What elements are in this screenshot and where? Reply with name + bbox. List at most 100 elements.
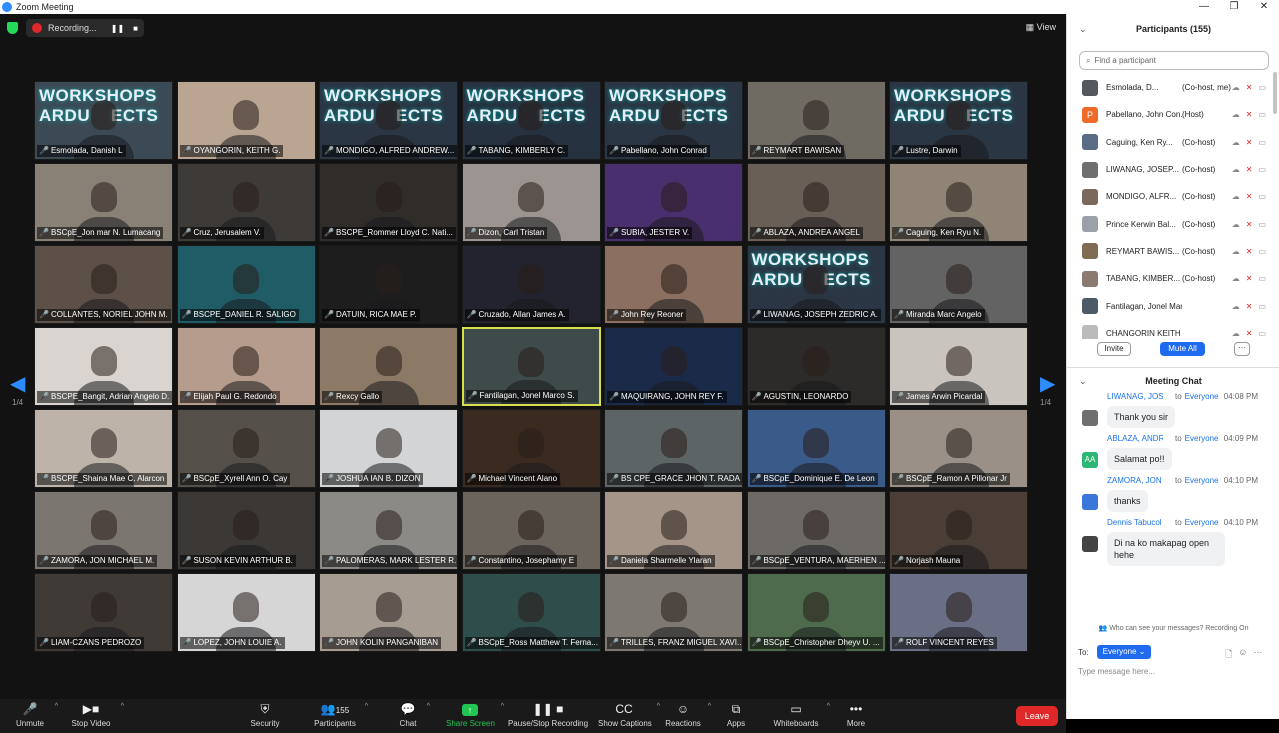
more-button[interactable]: ••• More: [845, 699, 867, 733]
participants-scrollbar[interactable]: [1273, 72, 1277, 114]
collapse-participants-icon[interactable]: ⌄: [1079, 17, 1087, 41]
participant-row[interactable]: P Pabellano, John Con... (Host) ☁ ✕ ▭: [1067, 101, 1272, 128]
video-tile[interactable]: WORKSHOPS ARDU ECTS 🎤 Lustre, Darwin: [889, 81, 1028, 160]
video-tile[interactable]: 🎤 Caguing, Ken Ryu N.: [889, 163, 1028, 242]
video-tile[interactable]: 🎤 JOHN KOLIN PANGANIBAN: [319, 573, 458, 652]
emoji-icon[interactable]: ☺: [1238, 647, 1247, 663]
video-tile[interactable]: 🎤 BSCPE_DANIEL R. SALIGO: [176, 245, 316, 324]
chat-input[interactable]: Type message here...: [1078, 667, 1155, 676]
video-tile[interactable]: 🎤 BSCpE_Ross Matthew T. Ferna...: [461, 573, 601, 652]
video-tile[interactable]: 🎤 Cruz, Jerusalem V.: [176, 163, 316, 242]
invite-button[interactable]: Invite: [1097, 342, 1131, 356]
video-tile[interactable]: 🎤 James Arwin Picardal: [889, 327, 1028, 406]
participant-row[interactable]: Esmolada, D... (Co-host, me) ☁ ✕ ▭: [1067, 74, 1272, 101]
pause-recording-button[interactable]: ❚❚: [111, 24, 124, 33]
video-tile[interactable]: 🎤 BSCPE_Bangit, Adrian Angelo D.: [34, 327, 173, 406]
video-tile[interactable]: 🎤 BSCPE_Rommer Lloyd C. Nati...: [319, 163, 458, 242]
video-tile[interactable]: 🎤 AGUSTIN, LEONARDO: [746, 327, 886, 406]
chat-sender[interactable]: Dennis Tabucol: [1107, 518, 1163, 532]
video-tile[interactable]: WORKSHOPS ARDU ECTS 🎤 MONDIGO, ALFRED ANDR…: [319, 81, 458, 160]
video-tile[interactable]: WORKSHOPS ARDU ECTS 🎤 Pabellano, John Conr…: [604, 81, 743, 160]
whiteboard-caret-icon[interactable]: ^: [827, 703, 830, 710]
video-tile[interactable]: 🎤 TRILLES, FRANZ MIGUEL XAVI...: [604, 573, 743, 652]
video-tile[interactable]: 🎤 BSCpE_VENTURA, MAERHEN ...: [746, 491, 886, 570]
video-tile[interactable]: 🎤 SUBIA, JESTER V.: [604, 163, 743, 242]
close-window-button[interactable]: ✕: [1249, 0, 1279, 14]
chat-visibility-info[interactable]: 👥 Who can see your messages? Recording O…: [1067, 624, 1279, 632]
video-tile[interactable]: 🎤 Michael Vincent Alano: [461, 409, 601, 488]
chat-sender[interactable]: ABLAZA, ANDRE...: [1107, 434, 1163, 448]
participant-row[interactable]: LIWANAG, JOSEP... (Co-host) ☁ ✕ ▭: [1067, 156, 1272, 183]
video-tile[interactable]: 🎤 Fantilagan, Jonel Marco S.: [461, 327, 601, 406]
chat-caret-icon[interactable]: ^: [427, 703, 430, 710]
recipient-dropdown[interactable]: Everyone ⌄: [1096, 645, 1152, 659]
video-tile[interactable]: WORKSHOPS ARDU ECTS 🎤 Esmolada, Danish L: [34, 81, 173, 160]
video-tile[interactable]: 🎤 Dizon, Carl Tristan: [461, 163, 601, 242]
mute-all-button[interactable]: Mute All: [1160, 342, 1205, 356]
security-button[interactable]: ⛨ Security: [248, 699, 282, 733]
share-screen-button[interactable]: ↑ Share Screen ^: [446, 699, 504, 733]
participants-caret-icon[interactable]: ^: [365, 703, 368, 710]
show-captions-button[interactable]: CC Show Captions ^: [598, 699, 660, 733]
chat-sender[interactable]: ZAMORA, JON ...: [1107, 476, 1163, 490]
share-caret-icon[interactable]: ^: [501, 703, 504, 710]
find-participant-input[interactable]: ⌕ Find a participant: [1079, 51, 1269, 70]
video-tile[interactable]: 🎤 BSCpE_Dominique E. De Leon: [746, 409, 886, 488]
participant-row[interactable]: Prince Kerwin Bal... (Co-host) ☁ ✕ ▭: [1067, 210, 1272, 237]
file-icon[interactable]: 🗋: [1225, 647, 1232, 663]
video-tile[interactable]: 🎤 ZAMORA, JON MICHAEL M.: [34, 491, 173, 570]
video-tile[interactable]: 🎤 Elijah Paul G. Redondo: [176, 327, 316, 406]
view-button[interactable]: ▦ View: [1026, 22, 1056, 33]
video-tile[interactable]: 🎤 SUSON KEVIN ARTHUR B.: [176, 491, 316, 570]
reactions-button[interactable]: ☺ Reactions ^: [665, 699, 711, 733]
apps-button[interactable]: ⧉ Apps: [725, 699, 747, 733]
participant-row[interactable]: Caguing, Ken Ry... (Co-host) ☁ ✕ ▭: [1067, 129, 1272, 156]
stop-video-button[interactable]: ▶■ Stop Video ^: [68, 699, 125, 733]
participant-row[interactable]: TABANG, KIMBER... (Co-host) ☁ ✕ ▭: [1067, 265, 1272, 292]
stop-recording-button[interactable]: ■: [133, 24, 138, 33]
video-tile[interactable]: 🎤 BS CPE_GRACE JHON T. RADA: [604, 409, 743, 488]
video-tile[interactable]: 🎤 COLLANTES, NORIEL JOHN M.: [34, 245, 173, 324]
video-tile[interactable]: 🎤 MAQUIRANG, JOHN REY F.: [604, 327, 743, 406]
participant-row[interactable]: MONDIGO, ALFR... (Co-host) ☁ ✕ ▭: [1067, 183, 1272, 210]
maximize-button[interactable]: ❐: [1219, 0, 1249, 14]
leave-button[interactable]: Leave: [1016, 706, 1058, 726]
chat-more-icon[interactable]: ···: [1253, 647, 1262, 663]
video-tile[interactable]: WORKSHOPS ARDU ECTS 🎤 TABANG, KIMBERLY C.: [461, 81, 601, 160]
collapse-chat-icon[interactable]: ⌄: [1079, 369, 1087, 393]
video-tile[interactable]: 🎤 JOSHUA IAN B. DIZON: [319, 409, 458, 488]
participants-more-button[interactable]: ···: [1234, 342, 1250, 356]
next-page-arrow-icon[interactable]: ▶: [1040, 371, 1055, 396]
video-tile[interactable]: 🎤 DATUIN, RICA MAE P.: [319, 245, 458, 324]
video-tile[interactable]: 🎤 Cruzado, Allan James A.: [461, 245, 601, 324]
participants-button[interactable]: 👥155 Participants ^: [312, 699, 368, 733]
video-tile[interactable]: 🎤 BSCpE_Xyrell Ann O. Cay: [176, 409, 316, 488]
video-tile[interactable]: 🎤 LOPEZ, JOHN LOUIE A.: [176, 573, 316, 652]
participant-row[interactable]: REYMART BAWIS... (Co-host) ☁ ✕ ▭: [1067, 238, 1272, 265]
video-tile[interactable]: 🎤 Rexcy Gallo: [319, 327, 458, 406]
video-tile[interactable]: 🎤 ROLF VINCENT REYES: [889, 573, 1028, 652]
video-tile[interactable]: 🎤 John Rey Reoner: [604, 245, 743, 324]
video-tile[interactable]: 🎤 BSCPE_Shaina Mae C. Alarcon: [34, 409, 173, 488]
video-tile[interactable]: 🎤 ABLAZA, ANDREA ANGEL: [746, 163, 886, 242]
video-tile[interactable]: 🎤 LIAM-CZANS PEDROZO: [34, 573, 173, 652]
video-options-caret-icon[interactable]: ^: [121, 703, 124, 710]
minimize-button[interactable]: —: [1189, 0, 1219, 14]
video-tile[interactable]: 🎤 PALOMERAS, MARK LESTER R.: [319, 491, 458, 570]
video-tile[interactable]: 🎤 BSCpE_Ramon A Pillonar Jr: [889, 409, 1028, 488]
participant-row[interactable]: Fantilagan, Jonel Marco S. ☁ ✕ ▭: [1067, 292, 1272, 319]
chat-sender[interactable]: LIWANAG, JOSE...: [1107, 392, 1163, 406]
video-tile[interactable]: 🎤 Constantino, Josephamy E: [461, 491, 601, 570]
reactions-caret-icon[interactable]: ^: [708, 703, 711, 710]
unmute-button[interactable]: 🎤 Unmute ^: [12, 699, 58, 733]
video-tile[interactable]: 🎤 Miranda Marc Angelo: [889, 245, 1028, 324]
captions-caret-icon[interactable]: ^: [657, 703, 660, 710]
video-tile[interactable]: 🎤 BSCpE_Jon mar N. Lumacang: [34, 163, 173, 242]
whiteboards-button[interactable]: ▭ Whiteboards ^: [772, 699, 830, 733]
chat-button[interactable]: 💬 Chat ^: [396, 699, 430, 733]
video-tile[interactable]: 🎤 Norjash Mauna: [889, 491, 1028, 570]
pause-stop-recording-button[interactable]: ❚❚ ■ Pause/Stop Recording: [507, 699, 589, 733]
video-tile[interactable]: 🎤 Daniela Sharmelle Ylaran: [604, 491, 743, 570]
previous-page-arrow-icon[interactable]: ◀: [10, 371, 25, 396]
video-tile[interactable]: 🎤 BSCpE_Christopher Dheyv U. ...: [746, 573, 886, 652]
